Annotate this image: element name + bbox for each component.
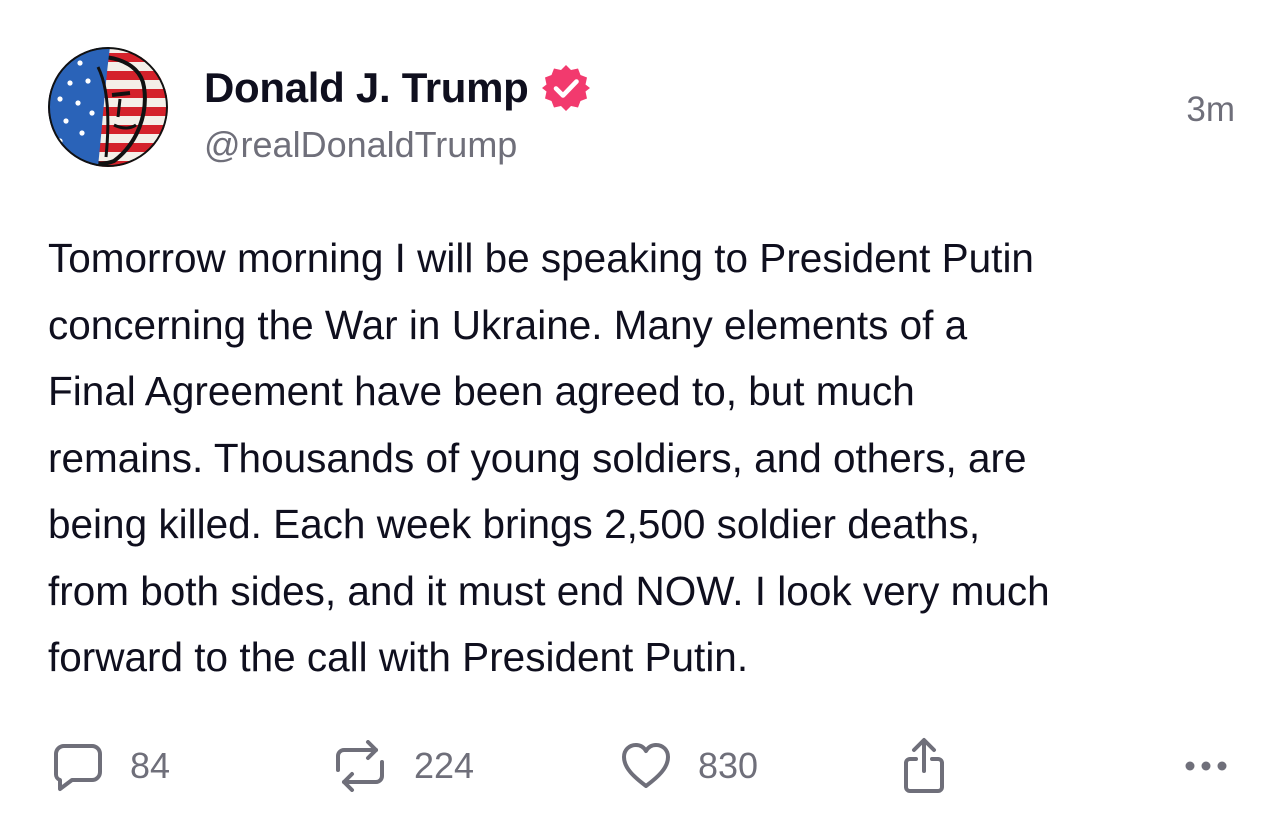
author-handle[interactable]: @realDonaldTrump bbox=[204, 124, 517, 166]
display-name[interactable]: Donald J. Trump bbox=[204, 64, 529, 112]
author-name-row: Donald J. Trump bbox=[204, 60, 591, 116]
more-options-button[interactable] bbox=[1180, 736, 1232, 796]
retruth-count: 224 bbox=[414, 745, 475, 786]
speech-bubble-icon bbox=[54, 744, 102, 791]
avatar-image bbox=[48, 47, 168, 167]
retruth-button[interactable]: 224 bbox=[332, 736, 474, 796]
heart-icon bbox=[622, 743, 670, 788]
reply-count: 84 bbox=[130, 745, 171, 786]
like-button[interactable]: 830 bbox=[620, 736, 758, 796]
repost-arrows-icon bbox=[336, 740, 384, 792]
post-body: Tomorrow morning I will be speaking to P… bbox=[48, 235, 1050, 680]
avatar[interactable] bbox=[48, 47, 168, 167]
share-icon bbox=[904, 738, 944, 793]
verified-badge-icon bbox=[541, 65, 590, 111]
more-dots-icon bbox=[1185, 761, 1227, 771]
like-count: 830 bbox=[698, 745, 759, 786]
post-timestamp[interactable]: 3m bbox=[1186, 90, 1235, 130]
action-bar: 84 224 830 bbox=[0, 736, 1284, 796]
share-button[interactable] bbox=[902, 736, 946, 796]
reply-button[interactable]: 84 bbox=[52, 736, 170, 796]
post-card: Donald J. Trump @realDonaldTrump 3m Tomo… bbox=[0, 0, 1284, 833]
